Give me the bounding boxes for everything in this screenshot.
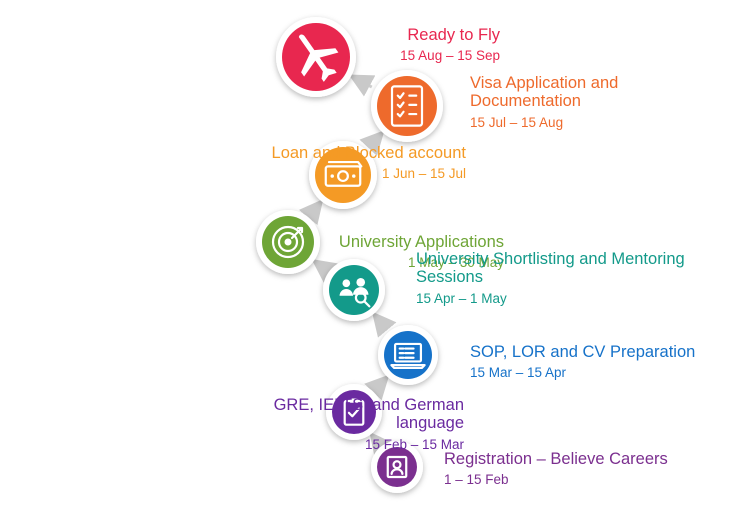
node-fill: [377, 76, 437, 136]
step-date: 1 Jun – 15 Jul: [381, 166, 466, 182]
step-title: Ready to Fly: [407, 26, 500, 44]
step-label-3: Loan and Blocked account 1 Jun – 15 Jul: [206, 144, 466, 182]
step-date: 15 Aug – 15 Sep: [400, 48, 500, 64]
step-title: Loan and Blocked account: [271, 144, 466, 162]
step-node-6: [378, 325, 438, 385]
step-label-8: Registration – Believe Careers 1 – 15 Feb: [444, 450, 724, 488]
step-title: GRE, IELTS, and German language: [273, 396, 464, 433]
step-date: 15 Mar – 15 Apr: [470, 365, 567, 381]
step-label-1: Ready to Fly 15 Aug – 15 Sep: [270, 26, 500, 64]
step-date: 1 – 15 Feb: [444, 472, 509, 488]
step-date: 15 Jul – 15 Aug: [470, 114, 564, 130]
step-label-2: Visa Application and Documentation 15 Jul…: [470, 74, 670, 130]
connector-arrow: [364, 374, 390, 401]
node-fill: [384, 331, 432, 379]
step-label-5: University Shortlisting and Mentoring Se…: [416, 250, 726, 306]
step-date: 15 Apr – 1 May: [416, 290, 507, 306]
step-title: SOP, LOR and CV Preparation: [470, 343, 696, 361]
node-fill: [329, 265, 379, 315]
step-title: Visa Application and Documentation: [470, 74, 619, 111]
connector-arrow: [371, 311, 397, 338]
step-title: University Shortlisting and Mentoring Se…: [416, 250, 685, 287]
step-label-6: SOP, LOR and CV Preparation 15 Mar – 15 A…: [470, 343, 740, 381]
node-fill: [377, 447, 417, 487]
step-label-7: GRE, IELTS, and German language 15 Feb – …: [224, 396, 464, 452]
step-node-2: [371, 70, 443, 142]
step-date: 15 Feb – 15 Mar: [364, 436, 464, 452]
connector-arrow: [348, 74, 376, 97]
connector-arrow: [298, 198, 324, 226]
step-title: University Applications: [338, 233, 504, 251]
step-title: Registration – Believe Careers: [444, 450, 668, 468]
